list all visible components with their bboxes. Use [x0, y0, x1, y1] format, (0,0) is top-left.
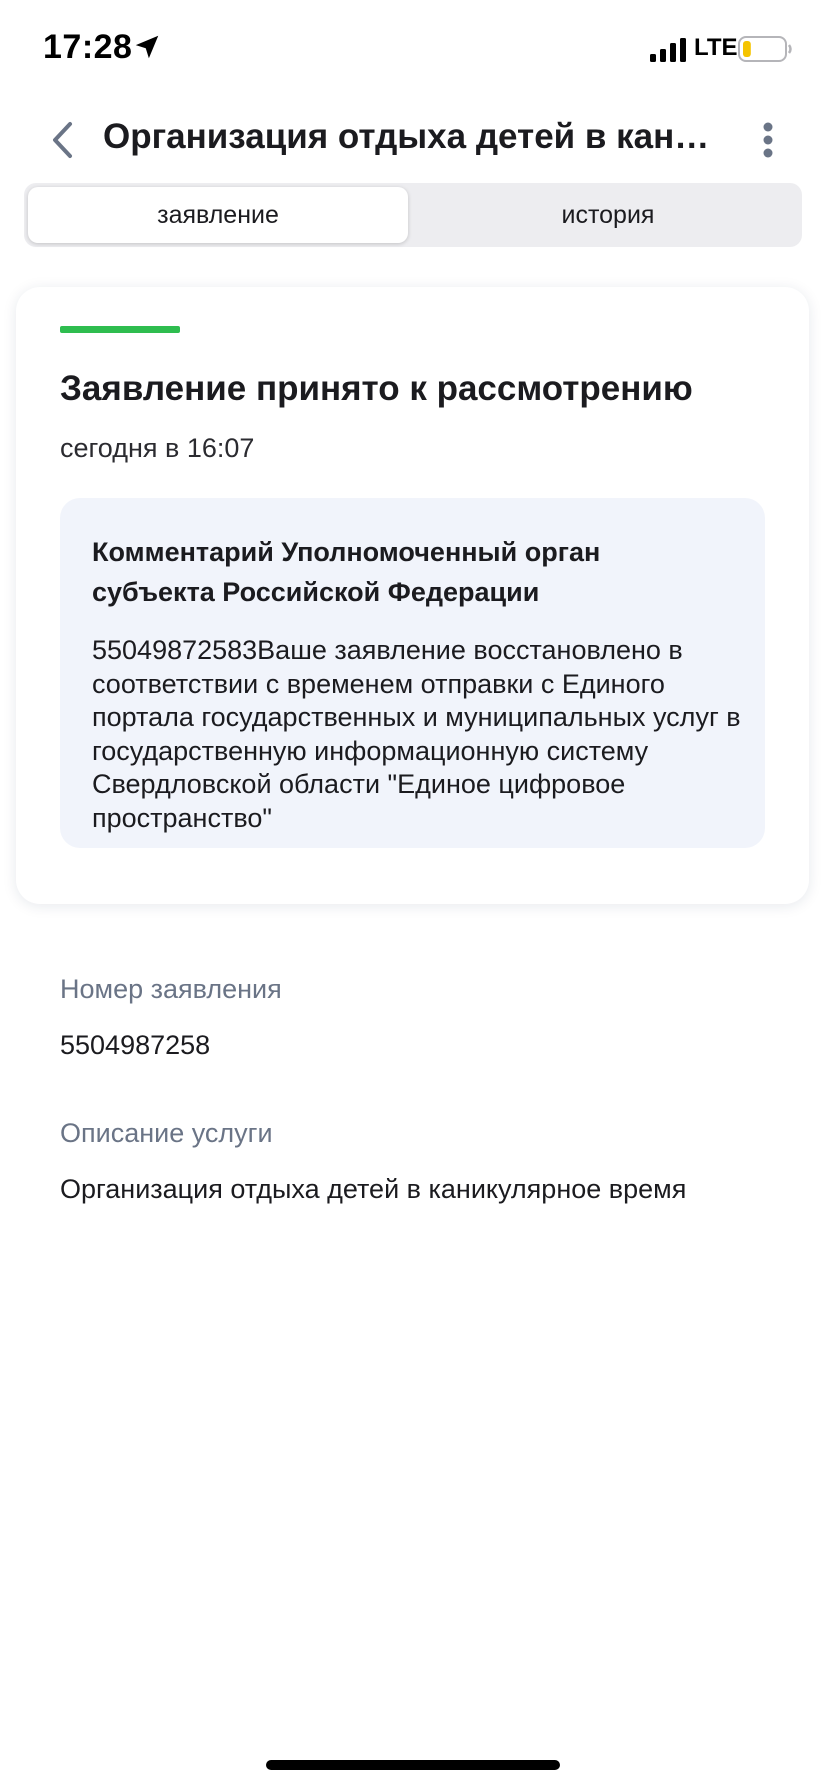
signal-bars-icon: [650, 38, 686, 62]
application-number-value: 5504987258: [60, 1030, 211, 1060]
tab-application[interactable]: заявление: [28, 187, 408, 243]
battery-low-icon: [738, 36, 792, 62]
comment-title: Комментарий Уполномоченный орган субъект…: [92, 537, 601, 607]
more-options-button[interactable]: [750, 114, 786, 166]
home-indicator: [266, 1760, 560, 1770]
more-vertical-icon: [763, 122, 773, 158]
service-description-label: Описание услуги: [60, 1118, 273, 1148]
chevron-left-icon: [53, 122, 72, 158]
status-time: 17:28: [43, 28, 133, 66]
app-header: Организация отдыха детей в каникулярное …: [0, 100, 828, 180]
status-indicator: [60, 326, 180, 333]
page-title: Организация отдыха детей в каникулярное …: [103, 117, 723, 156]
status-heading: Заявление принято к рассмотрению: [60, 369, 693, 408]
comment-text: 55049872583Ваше заявление восстановлено …: [92, 635, 741, 833]
location-arrow-icon: [135, 35, 159, 59]
network-type: LTE: [694, 34, 738, 61]
status-card: Заявление принято к рассмотрению сегодня…: [16, 287, 809, 904]
comment-box: Комментарий Уполномоченный орган субъект…: [60, 498, 765, 848]
tab-switcher: заявление история: [24, 183, 802, 247]
status-timestamp: сегодня в 16:07: [60, 433, 255, 463]
service-description-value: Организация отдыха детей в каникулярное …: [60, 1174, 687, 1204]
application-number-label: Номер заявления: [60, 974, 282, 1004]
back-button[interactable]: [38, 114, 86, 166]
tab-history[interactable]: история: [418, 187, 798, 243]
status-bar: 17:28 LTE: [0, 0, 828, 100]
